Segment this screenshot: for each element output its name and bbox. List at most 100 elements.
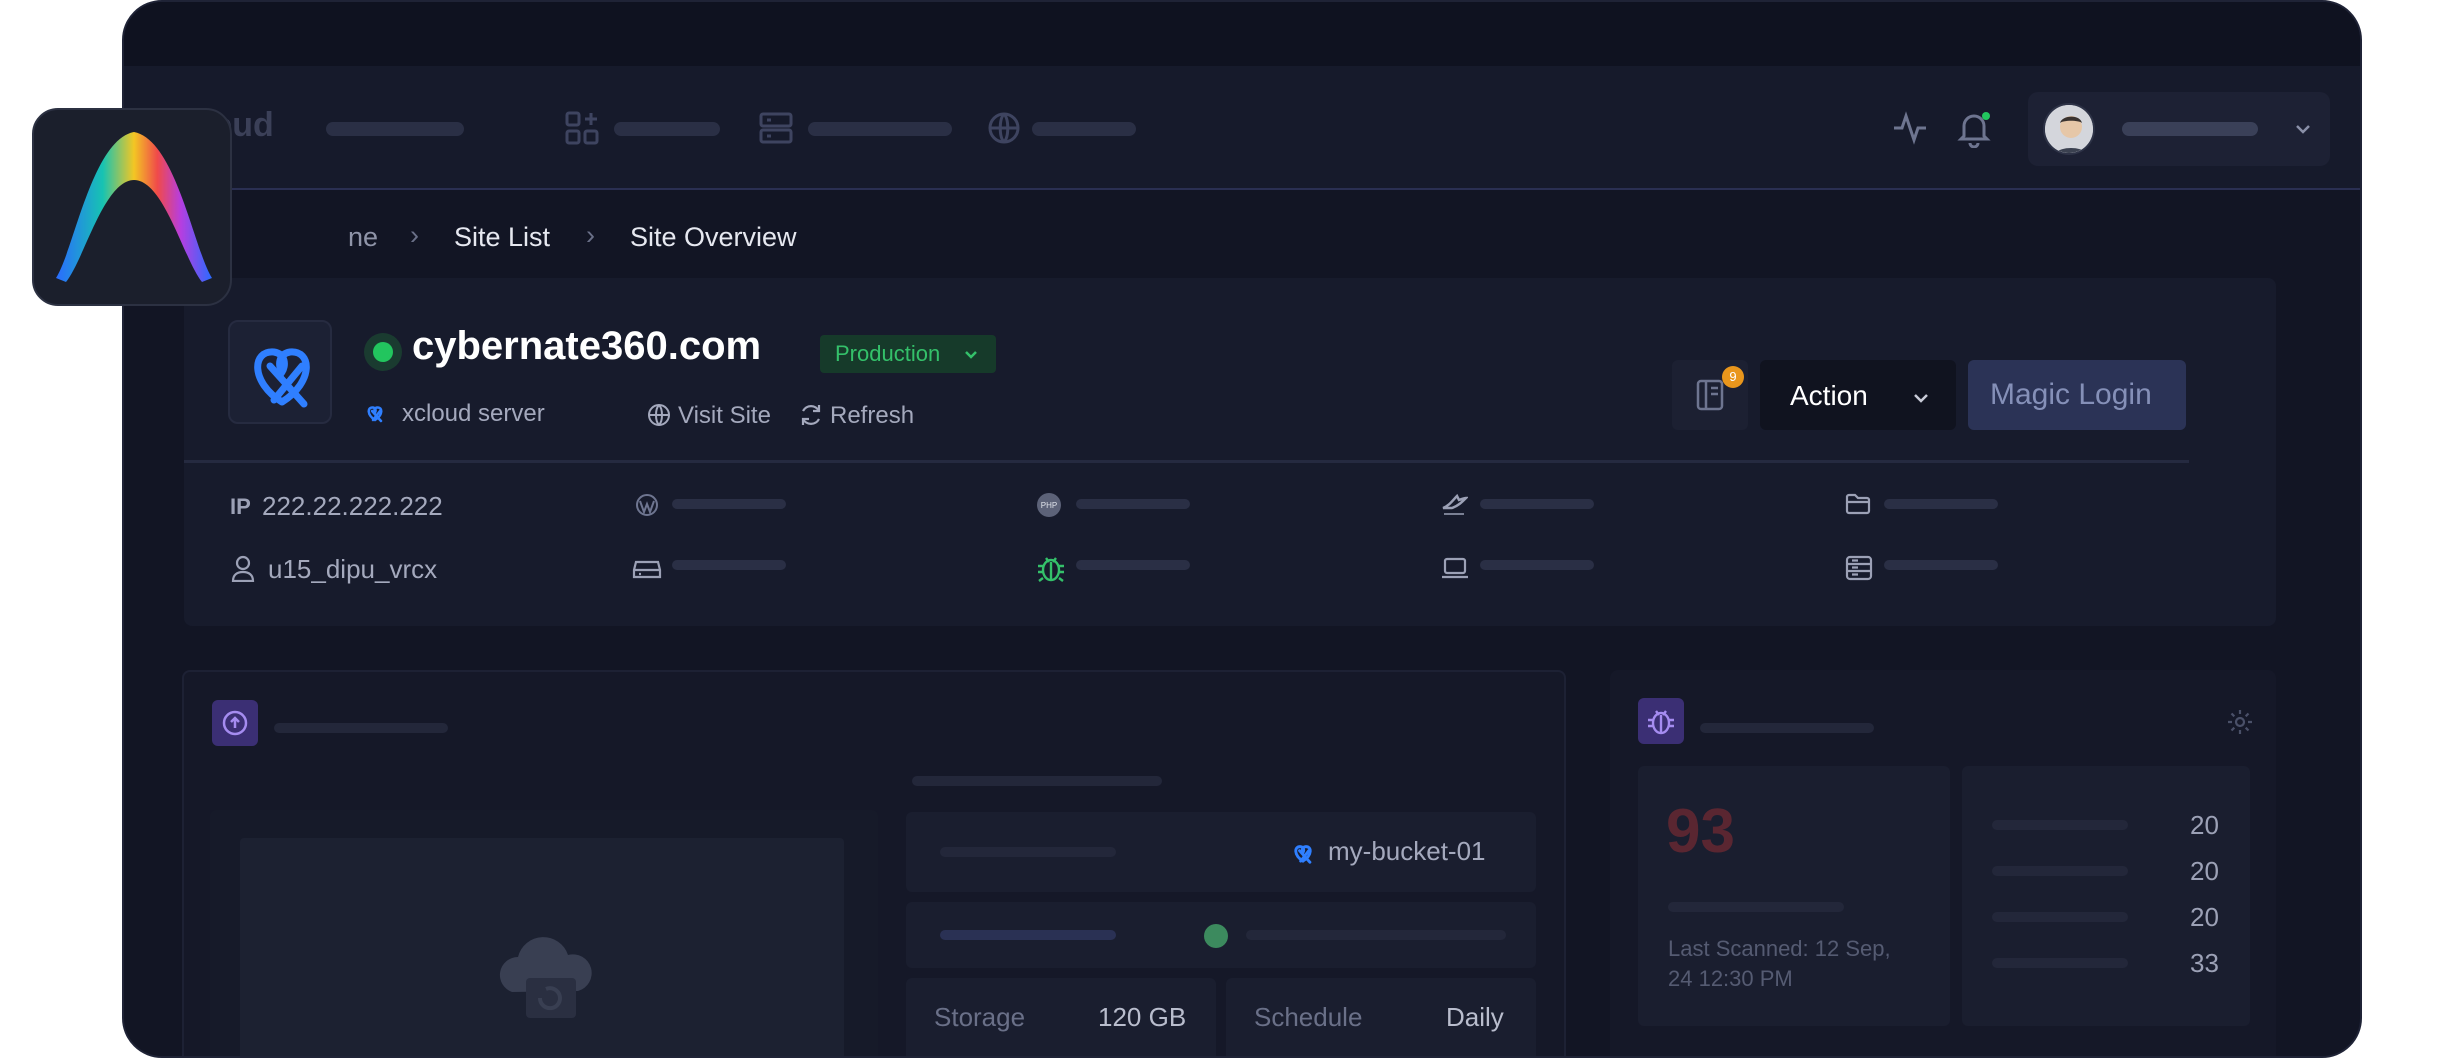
window-top-strip [124,2,2360,66]
storage-card: Storage 120 GB [906,978,1216,1056]
user-menu[interactable] [2028,92,2330,166]
info-placeholder [1076,560,1190,570]
score-label-placeholder [1668,902,1844,912]
app-window: loud ne › Site List › Site Overview cybe… [122,0,2362,1058]
breadcrumb-separator-icon: › [586,220,595,250]
action-label: Action [1790,380,1868,411]
cloud-folder-icon [492,922,596,1031]
site-logo-icon [228,320,332,424]
ip-address: 222.22.222.222 [262,491,443,521]
refresh-icon [798,402,824,433]
count-label-placeholder [1992,820,2128,830]
magic-login-button[interactable]: Magic Login [1968,360,2186,430]
info-placeholder [1884,560,1998,570]
security-counts-card: 20 20 20 33 [1962,766,2250,1026]
last-scanned: Last Scanned: 12 Sep, [1668,936,1891,961]
last-scanned-time: 24 12:30 PM [1668,966,1793,991]
action-dropdown[interactable]: Action [1760,360,1956,430]
mariadb-icon [1440,490,1470,523]
gear-icon[interactable] [2226,708,2254,741]
environment-badge[interactable]: Production [820,335,996,373]
disk-icon [632,554,662,587]
xcloud-icon [362,400,388,431]
user-icon [230,554,256,587]
apps-add-icon[interactable] [564,110,600,151]
server-name[interactable]: xcloud server [402,400,545,428]
storage-label: Storage [934,1002,1026,1032]
info-placeholder [1480,499,1594,509]
database-icon [1844,554,1874,587]
site-title: cybernate360.com [412,324,762,368]
php-icon: PHP [1036,492,1062,523]
globe-icon[interactable] [986,110,1022,151]
status-online-indicator [364,333,402,371]
breadcrumb-current: Site Overview [630,222,797,252]
nav-item-placeholder[interactable] [614,122,720,136]
schedule-label: Schedule [1254,1002,1363,1032]
bucket-name: my-bucket-01 [1328,836,1486,866]
ip-prefix: IP [230,494,251,519]
info-placeholder [1884,499,1998,509]
security-score: 93 [1666,797,1735,866]
brand-placeholder [326,122,464,136]
avatar [2043,103,2095,155]
section-title-placeholder [912,776,1162,786]
info-placeholder [672,560,786,570]
notebook-icon [1696,379,1724,411]
app-logo-icon [32,108,232,306]
backup-illustration-card [210,810,878,1056]
info-placeholder [1480,560,1594,570]
count-value: 33 [2190,948,2219,978]
refresh-button[interactable]: Refresh [830,402,914,430]
bell-icon[interactable] [1954,108,1994,153]
chevron-down-icon [1910,384,1932,416]
panel-title-placeholder [1700,723,1874,733]
bug-icon [1036,552,1066,589]
security-panel-icon [1638,698,1684,744]
activity-icon[interactable] [1892,110,1928,151]
backup-status-row [906,902,1536,968]
schedule-value: Daily [1446,1002,1504,1032]
notes-count-badge: 9 [1722,366,1744,388]
status-placeholder [940,930,1116,940]
breadcrumb-site-list[interactable]: Site List [454,222,550,253]
laptop-icon [1440,554,1470,587]
info-placeholder [672,499,786,509]
count-label-placeholder [1992,912,2128,922]
username-placeholder [2122,122,2258,136]
chevron-down-icon[interactable] [2292,118,2314,145]
visit-site-link[interactable]: Visit Site [678,402,771,430]
globe-icon [646,402,672,433]
panel-title-placeholder [274,723,448,733]
breadcrumb-home[interactable]: ne [348,222,378,253]
svg-text:PHP: PHP [1041,501,1057,510]
xcloud-icon [1288,838,1318,873]
chevron-down-icon [962,344,980,370]
header-divider [184,460,2189,463]
backup-panel-icon [212,700,258,746]
server-icon[interactable] [758,110,794,151]
folder-icon [1844,490,1872,523]
count-label-placeholder [1992,866,2128,876]
bucket-label-placeholder [940,847,1116,857]
site-user: u15_dipu_vrcx [268,554,438,584]
storage-value: 120 GB [1098,1002,1187,1032]
status-green-dot [1204,924,1228,948]
top-navbar: loud [124,66,2360,190]
info-placeholder [1076,499,1190,509]
nav-item-placeholder[interactable] [1032,122,1136,136]
site-header-panel: cybernate360.com Production xcloud serve… [184,278,2276,626]
breadcrumb-separator-icon: › [410,220,419,250]
backup-preview [240,838,844,1056]
count-label-placeholder [1992,958,2128,968]
count-value: 20 [2190,856,2219,886]
notes-button[interactable]: 9 [1672,360,1748,430]
schedule-card: Schedule Daily [1226,978,1536,1056]
nav-item-placeholder[interactable] [808,122,952,136]
count-value: 20 [2190,902,2219,932]
count-value: 20 [2190,810,2219,840]
wordpress-icon [634,492,660,523]
security-score-card: 93 Last Scanned: 12 Sep, 24 12:30 PM [1638,766,1950,1026]
environment-label: Production [835,341,941,366]
security-panel: 93 Last Scanned: 12 Sep, 24 12:30 PM 20 … [1610,670,2276,1056]
